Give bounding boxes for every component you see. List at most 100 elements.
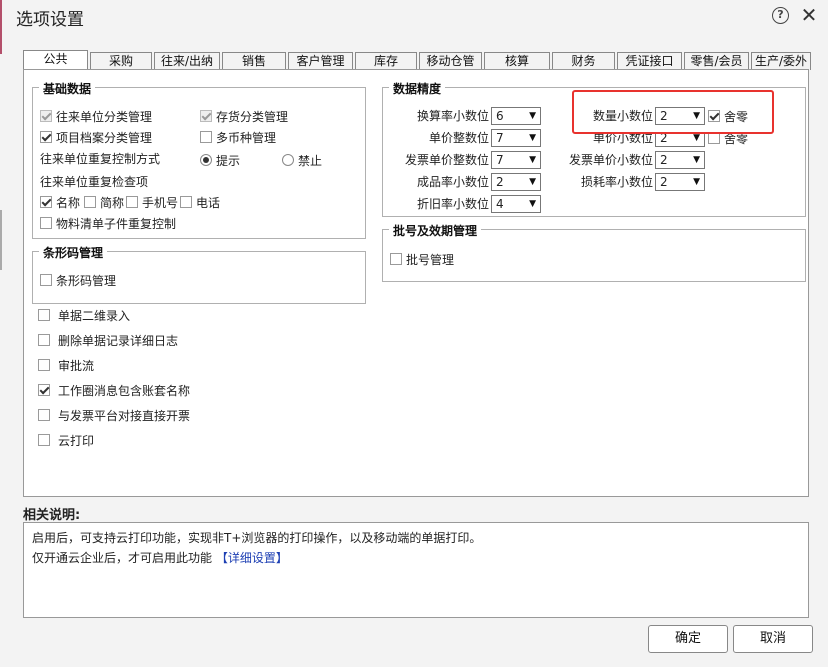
barcode-title: 条形码管理 [39, 244, 108, 261]
radio-forbid[interactable]: 禁止 [282, 151, 322, 169]
finished-rate-select[interactable]: 2 ▼ [491, 173, 541, 191]
tab-costing[interactable]: 核算 [484, 52, 550, 70]
window-title: 选项设置 [16, 10, 84, 30]
checkbox[interactable] [40, 110, 52, 122]
checkbox[interactable] [708, 110, 720, 122]
checkbox[interactable] [38, 384, 50, 396]
dropdown-arrow-icon: ▼ [529, 177, 536, 187]
radio-button[interactable] [200, 154, 212, 166]
check-tel-option[interactable]: 电话 [180, 193, 220, 211]
select-value: 6 [496, 109, 504, 123]
select-value: 4 [496, 197, 504, 211]
radio-button[interactable] [282, 154, 294, 166]
invoice-price-dec-select[interactable]: 2 ▼ [655, 151, 705, 169]
depr-rate-label: 折旧率小数位 [416, 197, 489, 211]
option-label: 名称 [56, 195, 81, 210]
checkbox[interactable] [40, 131, 52, 143]
checkbox[interactable] [126, 196, 138, 208]
dropdown-arrow-icon: ▼ [529, 199, 536, 209]
option-label: 存货分类管理 [216, 109, 289, 124]
dropdown-arrow-icon: ▼ [693, 133, 700, 143]
checkbox[interactable] [40, 217, 52, 229]
select-value: 2 [660, 175, 668, 189]
description-line-2: 仅开通云企业后，才可启用此功能 【详细设置】 [32, 549, 288, 566]
finished-rate-label: 成品率小数位 [416, 175, 489, 189]
invoice-price-int-label: 发票单价整数位 [404, 153, 489, 167]
bom-dup-option[interactable]: 物料清单子件重复控制 [40, 214, 176, 232]
tab-production[interactable]: 生产/委外 [751, 52, 811, 70]
option-label: 工作圈消息包含账套名称 [58, 383, 191, 398]
checkbox[interactable] [84, 196, 96, 208]
checkbox[interactable] [40, 274, 52, 286]
option-label: 审批流 [58, 358, 95, 373]
cloud-print-option[interactable]: 云打印 [38, 431, 94, 449]
loss-rate-select[interactable]: 2 ▼ [655, 173, 705, 191]
approval-option[interactable]: 审批流 [38, 356, 94, 374]
barcode-option[interactable]: 条形码管理 [40, 271, 116, 289]
partner-category-option[interactable]: 往来单位分类管理 [40, 107, 152, 125]
checkbox[interactable] [38, 409, 50, 421]
checkbox[interactable] [38, 334, 50, 346]
checkbox[interactable] [40, 196, 52, 208]
checkbox[interactable] [38, 434, 50, 446]
batch-option[interactable]: 批号管理 [390, 250, 454, 268]
option-label: 多币种管理 [216, 130, 277, 145]
tab-mobile-warehouse[interactable]: 移动仓管 [419, 52, 482, 70]
checkbox[interactable] [390, 253, 402, 265]
invoice-price-dec-label: 发票单价小数位 [568, 153, 653, 167]
checkbox[interactable] [200, 131, 212, 143]
radio-prompt[interactable]: 提示 [200, 151, 240, 169]
option-label: 项目档案分类管理 [56, 130, 153, 145]
tab-customer[interactable]: 客户管理 [288, 52, 353, 70]
check-name-option[interactable]: 名称 [40, 193, 80, 211]
two-dim-option[interactable]: 单据二维录入 [38, 306, 130, 324]
cancel-button[interactable]: 取消 [733, 625, 813, 653]
inventory-category-option[interactable]: 存货分类管理 [200, 107, 288, 125]
check-short-option[interactable]: 简称 [84, 193, 124, 211]
tab-voucher[interactable]: 凭证接口 [617, 52, 682, 70]
precision-title: 数据精度 [389, 80, 446, 97]
unit-price-int-select[interactable]: 7 ▼ [491, 129, 541, 147]
tab-inventory[interactable]: 库存 [355, 52, 417, 70]
ok-button[interactable]: 确定 [648, 625, 728, 653]
basic-data-title: 基础数据 [39, 80, 96, 97]
checkbox[interactable] [180, 196, 192, 208]
title-bar: 选项设置 ? ✕ [0, 0, 828, 54]
radio-label: 提示 [216, 153, 241, 168]
invoice-price-int-select[interactable]: 7 ▼ [491, 151, 541, 169]
qty-dec-select[interactable]: 2 ▼ [655, 107, 705, 125]
checkbox[interactable] [200, 110, 212, 122]
checkbox[interactable] [38, 309, 50, 321]
description-label: 相关说明: [23, 508, 81, 523]
project-archive-option[interactable]: 项目档案分类管理 [40, 128, 152, 146]
option-label: 舍零 [724, 109, 749, 124]
checkbox[interactable] [38, 359, 50, 371]
option-label: 电话 [196, 195, 221, 210]
qty-dec-label: 数量小数位 [592, 109, 653, 123]
conv-rate-select[interactable]: 6 ▼ [491, 107, 541, 125]
dropdown-arrow-icon: ▼ [693, 111, 700, 121]
option-label: 与发票平台对接直接开票 [58, 408, 191, 423]
qty-round-option[interactable]: 舍零 [708, 107, 748, 125]
delete-log-option[interactable]: 删除单据记录详细日志 [38, 331, 178, 349]
multi-currency-option[interactable]: 多币种管理 [200, 128, 276, 146]
tab-accounts[interactable]: 往来/出纳 [154, 52, 220, 70]
tab-sales[interactable]: 销售 [222, 52, 286, 70]
dup-control-text: 往来单位重复控制方式 [40, 151, 161, 166]
tab-purchase[interactable]: 采购 [90, 52, 152, 70]
help-icon[interactable]: ? [772, 7, 789, 24]
check-phone-option[interactable]: 手机号 [126, 193, 178, 211]
invoice-option[interactable]: 与发票平台对接直接开票 [38, 406, 190, 424]
tab-common[interactable]: 公共 [23, 50, 88, 70]
background-edge-lower [0, 210, 2, 270]
radio-label: 禁止 [298, 153, 323, 168]
depr-rate-select[interactable]: 4 ▼ [491, 195, 541, 213]
option-label: 云打印 [58, 433, 95, 448]
tab-finance[interactable]: 财务 [552, 52, 615, 70]
detail-settings-link[interactable]: 【详细设置】 [216, 551, 288, 565]
workcircle-option[interactable]: 工作圈消息包含账套名称 [38, 381, 190, 399]
option-label: 手机号 [142, 195, 179, 210]
tab-retail[interactable]: 零售/会员 [684, 52, 749, 70]
close-icon[interactable]: ✕ [799, 4, 819, 26]
description-text: 仅开通云企业后，才可启用此功能 [32, 551, 213, 565]
